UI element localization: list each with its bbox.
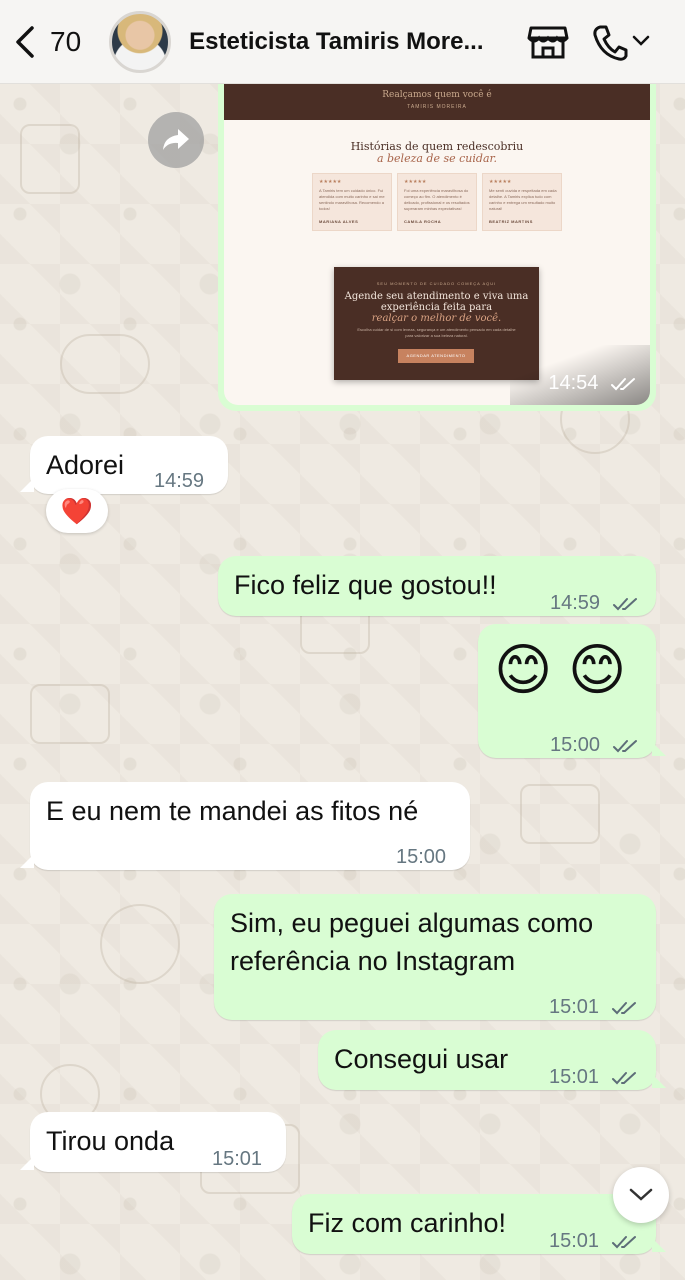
message-time-text: 14:54 — [548, 372, 599, 394]
preview-cta-card: SEU MOMENTO DE CUIDADO COMEÇA AQUI Agend… — [334, 267, 539, 380]
rating-stars: ★★★★★ — [319, 179, 342, 185]
message-time: 14:59 — [550, 584, 640, 622]
scroll-to-bottom-button[interactable] — [613, 1167, 669, 1223]
rating-stars: ★★★★★ — [404, 179, 427, 185]
outgoing-message[interactable]: Fico feliz que gostou!! 14:59 — [218, 556, 656, 616]
message-text: E eu nem te mandei as fitos né — [46, 796, 419, 826]
message-text: Tirou onda — [46, 1126, 175, 1156]
message-time: 15:01 — [549, 1222, 639, 1260]
cta-heading: Agende seu atendimento e viva uma experi… — [344, 291, 529, 313]
wallpaper-doodle — [30, 684, 110, 744]
incoming-message[interactable]: Tirou onda 15:01 — [30, 1112, 286, 1172]
cta-button: AGENDAR ATENDIMENTO — [398, 349, 474, 363]
testimonial-text: Me senti ouvida e respeitada em cada det… — [489, 188, 557, 211]
double-check-icon — [611, 377, 635, 391]
bubble-tail — [20, 478, 34, 492]
chevron-down-icon[interactable] — [632, 34, 650, 48]
message-time: 15:01 — [549, 1058, 639, 1096]
message-time-text: 15:01 — [549, 996, 600, 1018]
back-button[interactable]: 70 — [12, 24, 81, 60]
preview-top-band: Realçamos quem você é TAMIRIS MOREIRA — [224, 84, 650, 120]
message-time: 15:01 — [549, 988, 639, 1026]
testimonial-author: BEATRIZ MARTINS — [489, 219, 533, 224]
chevron-left-icon — [16, 25, 34, 58]
message-text: Fiz com carinho! — [308, 1208, 507, 1238]
message-text-line-2: referência no Instagram — [230, 946, 516, 976]
reaction-heart[interactable]: ❤️ — [46, 489, 108, 533]
wallpaper-doodle — [100, 904, 180, 984]
message-time-text: 15:01 — [549, 1230, 600, 1252]
testimonial-text: A Tamiris tem um cuidado único. Fui aten… — [319, 188, 385, 211]
outgoing-message[interactable]: Consegui usar 15:01 — [318, 1030, 656, 1090]
wallpaper-doodle — [60, 334, 150, 394]
message-time-text: 14:59 — [550, 592, 601, 614]
bubble-tail — [652, 1074, 666, 1088]
preview-testimonial-card: ★★★★★ A Tamiris tem um cuidado único. Fu… — [312, 173, 392, 231]
cta-paragraph: Escolha cuidar de si com leveza, seguran… — [357, 327, 516, 338]
cta-kicker: SEU MOMENTO DE CUIDADO COMEÇA AQUI — [376, 281, 497, 286]
outgoing-emoji-message[interactable]: 😊 😊 15:00 — [478, 624, 656, 758]
avatar[interactable] — [109, 10, 172, 73]
message-time-text: 15:01 — [549, 1066, 600, 1088]
message-text: Adorei — [46, 450, 125, 480]
bubble-tail — [652, 1238, 666, 1252]
storefront-icon[interactable] — [527, 24, 569, 60]
double-check-icon — [611, 1001, 636, 1015]
message-time: 14:54 — [548, 372, 638, 395]
testimonial-author: MARIANA ALVES — [319, 219, 359, 224]
preview-testimonial-card: ★★★★★ Me senti ouvida e respeitada em ca… — [482, 173, 562, 231]
message-time: 15:00 — [550, 726, 640, 764]
message-time: 14:59 — [154, 470, 205, 492]
double-check-icon — [611, 1071, 636, 1085]
double-check-icon — [612, 739, 637, 753]
outgoing-message[interactable]: Fiz com carinho! 15:01 — [292, 1194, 656, 1254]
message-emoji-text: 😊 😊 — [494, 638, 627, 701]
double-check-icon — [612, 597, 637, 611]
rating-stars: ★★★★★ — [489, 179, 512, 185]
double-check-icon — [611, 1235, 636, 1249]
message-text-line-1: Sim, eu peguei algumas como — [230, 908, 594, 938]
wallpaper-doodle — [20, 124, 80, 194]
contact-name[interactable]: Esteticista Tamiris More... — [189, 28, 483, 56]
bubble-tail — [652, 742, 666, 756]
preview-testimonial-card: ★★★★★ Foi uma experiência maravilhosa do… — [397, 173, 477, 231]
message-time: 15:00 — [396, 846, 447, 868]
message-text: Consegui usar — [334, 1044, 509, 1074]
website-preview-image: Realçamos quem você é TAMIRIS MOREIRA Hi… — [224, 84, 650, 405]
testimonial-text: Foi uma experiência maravilhosa do começ… — [404, 188, 470, 211]
chevron-down-icon — [629, 1188, 653, 1201]
message-text: Fico feliz que gostou!! — [234, 570, 497, 600]
forward-icon — [163, 129, 189, 150]
preview-section-subtitle: a beleza de se cuidar. — [376, 152, 498, 165]
phone-icon[interactable] — [592, 24, 628, 62]
incoming-message[interactable]: Adorei 14:59 — [30, 436, 228, 494]
bubble-tail — [20, 1156, 34, 1170]
unread-count: 70 — [50, 25, 82, 57]
forward-button[interactable] — [148, 112, 204, 168]
chat-header: 70 Esteticista Tamiris More... — [0, 0, 685, 84]
incoming-message[interactable]: E eu nem te mandei as fitos né 15:00 — [30, 782, 470, 870]
preview-top-title: Realçamos quem você é — [382, 90, 492, 100]
outgoing-message[interactable]: Sim, eu peguei algumas como referência n… — [214, 894, 656, 1020]
cta-heading-emphasis: realçar o melhor de você. — [371, 313, 502, 324]
message-time-text: 15:00 — [550, 734, 601, 756]
image-message[interactable]: Realçamos quem você é TAMIRIS MOREIRA Hi… — [218, 84, 656, 411]
message-time: 15:01 — [212, 1148, 263, 1170]
preview-top-name: TAMIRIS MOREIRA — [407, 104, 467, 110]
testimonial-author: CAMILA ROCHA — [404, 219, 442, 224]
wallpaper-doodle — [520, 784, 600, 844]
bubble-tail — [20, 854, 34, 868]
